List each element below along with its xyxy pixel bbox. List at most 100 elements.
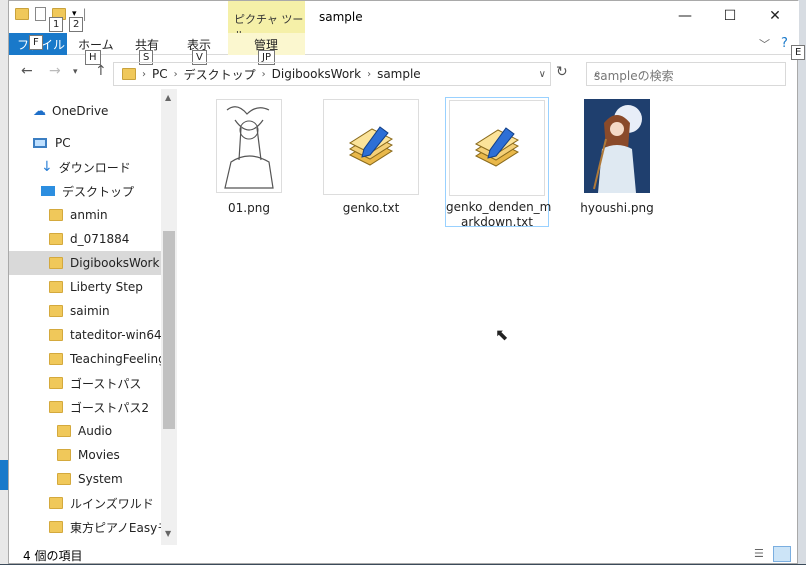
desktop-icon: [41, 186, 55, 196]
breadcrumb-sample[interactable]: sample: [377, 67, 421, 81]
text-file-thumbnail: [449, 100, 545, 196]
file-name: genko_denden_m arkdown.txt: [446, 200, 551, 230]
nav-label: Audio: [78, 424, 113, 438]
minimize-button[interactable]: —: [662, 1, 708, 31]
nav-item-d071884[interactable]: d_071884: [9, 227, 161, 251]
close-button[interactable]: ✕: [752, 1, 798, 31]
nav-item-system[interactable]: System: [9, 467, 161, 491]
nav-item-libertystep[interactable]: Liberty Step: [9, 275, 161, 299]
nav-label: PC: [55, 136, 71, 150]
chevron-icon[interactable]: ›: [174, 69, 178, 80]
file-name: 01.png: [228, 201, 270, 215]
nav-label: 東方ピアノEasyモー: [70, 520, 161, 535]
nav-item-movies[interactable]: Movies: [9, 443, 161, 467]
folder-icon: [49, 281, 63, 293]
nav-item-anmin[interactable]: anmin: [9, 203, 161, 227]
chevron-icon[interactable]: ›: [262, 69, 266, 80]
forward-arrow-icon[interactable]: →: [49, 63, 61, 79]
back-arrow-icon[interactable]: ←: [21, 63, 33, 79]
folder-icon: [49, 257, 63, 269]
chevron-icon[interactable]: ›: [142, 69, 146, 80]
file-name: hyoushi.png: [580, 201, 654, 215]
address-dropdown-icon[interactable]: ∨: [539, 69, 546, 80]
key-tip-expand: E: [791, 45, 806, 60]
chevron-icon[interactable]: ›: [367, 69, 371, 80]
properties-icon[interactable]: [35, 7, 46, 21]
nav-label: tateditor-win64: [70, 328, 161, 342]
large-icons-view-icon[interactable]: [773, 546, 791, 562]
nav-label: デスクトップ: [62, 184, 135, 199]
nav-item-touhoupiano[interactable]: 東方ピアノEasyモー: [9, 515, 161, 539]
nav-item-desktop[interactable]: デスクトップ: [9, 179, 161, 203]
nav-item-saimin[interactable]: saimin: [9, 299, 161, 323]
maximize-button[interactable]: ☐: [707, 1, 753, 31]
cloud-icon: ☁: [33, 103, 46, 119]
nav-label: System: [78, 472, 123, 486]
computer-icon: [33, 138, 47, 148]
file-list: 01.png genko.txt genko_denden_m arkdown.…: [179, 89, 799, 545]
key-tip-1: 1: [49, 17, 64, 32]
search-icon[interactable]: ⌕: [594, 66, 778, 81]
nav-item-audio[interactable]: Audio: [9, 419, 161, 443]
desktop-left-accent: [0, 460, 8, 490]
nav-item-ghostpass2[interactable]: ゴーストパス2: [9, 395, 161, 419]
file-item-hyoushi[interactable]: hyoushi.png: [565, 99, 669, 215]
nav-label: Movies: [78, 448, 120, 462]
address-folder-icon: [122, 68, 136, 80]
refresh-icon[interactable]: ↻: [556, 64, 568, 80]
help-icon[interactable]: ?: [781, 36, 788, 51]
file-item-01png[interactable]: 01.png: [197, 99, 301, 215]
nav-label: ゴーストパス: [70, 376, 142, 391]
nav-item-tateditor[interactable]: tateditor-win64: [9, 323, 161, 347]
nav-label: Liberty Step: [70, 280, 143, 294]
nav-label: anmin: [70, 208, 108, 222]
picture-tools-context: ピクチャ ツール: [228, 1, 305, 42]
search-input[interactable]: sampleの検索 ⌕: [586, 62, 786, 86]
notepad-icon: [474, 127, 520, 167]
recent-dropdown-icon[interactable]: ▾: [73, 67, 78, 77]
nav-label: ダウンロード: [58, 160, 131, 175]
nav-item-teachingfeeling[interactable]: TeachingFeeling-v: [9, 347, 161, 371]
breadcrumb-desktop[interactable]: デスクトップ: [184, 66, 256, 83]
nav-item-pc[interactable]: PC: [9, 131, 161, 155]
nav-scrollbar[interactable]: ▲ ▼: [161, 89, 177, 545]
window-title: sample: [319, 10, 363, 24]
file-item-genko[interactable]: genko.txt: [319, 99, 423, 215]
file-name-line2: arkdown.txt: [461, 215, 533, 229]
scroll-up-icon[interactable]: ▲: [165, 93, 171, 102]
file-item-genko-denden[interactable]: genko_denden_m arkdown.txt: [445, 97, 551, 230]
nav-label: d_071884: [70, 232, 130, 246]
nav-label: OneDrive: [52, 104, 109, 118]
navigation-bar: ← → ▾ ↑ › PC › デスクトップ › DigibooksWork › …: [9, 60, 799, 88]
scrollbar-thumb[interactable]: [163, 231, 175, 429]
breadcrumb-pc[interactable]: PC: [152, 67, 168, 81]
details-view-icon[interactable]: ☰: [754, 547, 764, 560]
mouse-cursor-icon: ⬉: [495, 325, 509, 344]
folder-icon: [49, 353, 63, 365]
file-name: genko.txt: [342, 201, 400, 215]
scroll-down-icon[interactable]: ▼: [165, 529, 171, 538]
ribbon-tabs: ファイル F ホーム H 共有 S 表示 V 管理 JP ﹀ ? E: [9, 33, 806, 65]
folder-icon: [49, 305, 63, 317]
nav-item-onedrive[interactable]: ☁ OneDrive: [9, 99, 161, 123]
cover-thumbnail-icon: [584, 99, 650, 193]
nav-item-ghostpass[interactable]: ゴーストパス: [9, 371, 161, 395]
notepad-icon: [348, 126, 394, 166]
nav-item-digibookswork[interactable]: DigibooksWork: [9, 251, 161, 275]
title-bar: ▾ | 1 2 ピクチャ ツール sample — ☐ ✕: [9, 1, 799, 42]
desktop-right-edge: [798, 0, 806, 564]
text-file-thumbnail: [323, 99, 419, 195]
up-arrow-icon[interactable]: ↑: [95, 63, 107, 79]
folder-icon: [49, 401, 63, 413]
nav-label: ルインズワルド: [70, 496, 154, 511]
ribbon-expand-icon[interactable]: ﹀: [759, 36, 770, 52]
folder-icon: [15, 8, 29, 20]
nav-label: DigibooksWork: [70, 256, 160, 270]
key-tip-2: 2: [69, 17, 84, 32]
nav-item-ruinsworld[interactable]: ルインズワルド: [9, 491, 161, 515]
address-bar[interactable]: › PC › デスクトップ › DigibooksWork › sample ∨: [113, 62, 551, 86]
folder-icon: [49, 209, 63, 221]
sketch-thumbnail-icon: [217, 100, 281, 192]
breadcrumb-digibookswork[interactable]: DigibooksWork: [272, 67, 361, 81]
nav-item-downloads[interactable]: ↓ ダウンロード: [9, 155, 161, 179]
